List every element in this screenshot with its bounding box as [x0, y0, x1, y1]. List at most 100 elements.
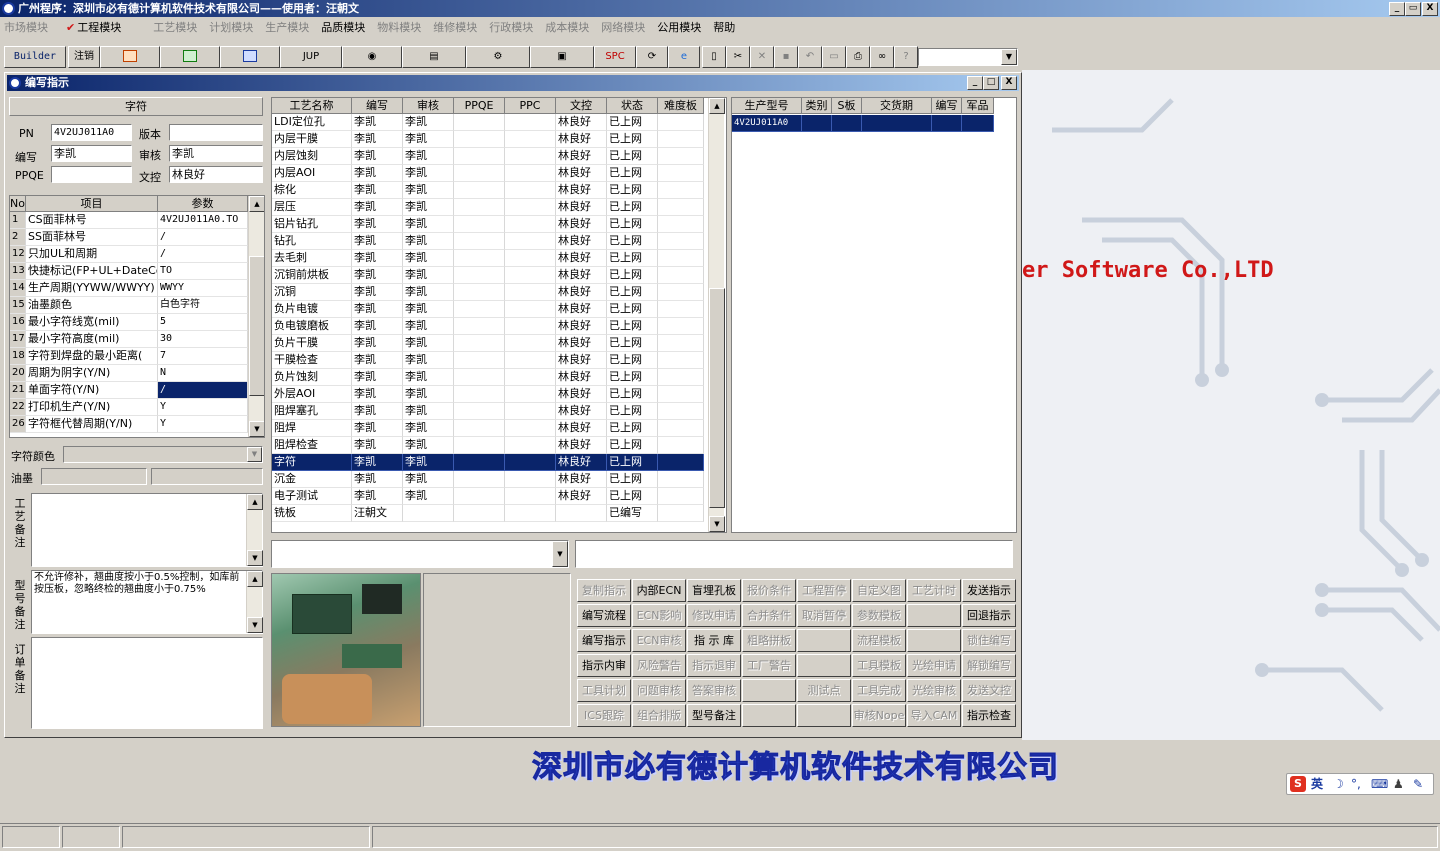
delete-icon[interactable]: ✕	[750, 46, 774, 68]
action-button-33[interactable]: 问题审核	[632, 679, 686, 702]
table-row[interactable]: 层压 李凯 李凯 林良好 已上网	[272, 199, 704, 216]
table-row[interactable]: 外层AOI 李凯 李凯 林良好 已上网	[272, 386, 704, 403]
chevron-down-icon[interactable]: ▼	[552, 541, 568, 567]
action-button-42[interactable]: 型号备注	[687, 704, 741, 727]
action-button-9[interactable]: ECN影响	[632, 604, 686, 627]
ime-language[interactable]: 英	[1311, 774, 1323, 794]
action-button-16[interactable]: 编写指示	[577, 629, 631, 652]
action-button-7[interactable]: 发送指示	[962, 579, 1016, 602]
table-row[interactable]: 负电镀磨板 李凯 李凯 林良好 已上网	[272, 318, 704, 335]
menu-cost[interactable]: 成本模块	[545, 19, 589, 35]
action-button-31[interactable]: 解锁编写	[962, 654, 1016, 677]
scroll-down-icon[interactable]: ▼	[709, 516, 725, 532]
param-header-item[interactable]: 项目	[26, 196, 158, 212]
ink-field-2[interactable]	[151, 468, 263, 485]
network-icon[interactable]: ⚙	[466, 46, 530, 68]
order-note-textarea[interactable]	[31, 637, 263, 729]
action-button-6[interactable]: 工艺计时	[907, 579, 961, 602]
menu-maintenance[interactable]: 维修模块	[433, 19, 477, 35]
action-button-12[interactable]: 取消暂停	[797, 604, 851, 627]
action-button-39[interactable]: 发送文控	[962, 679, 1016, 702]
table-row[interactable]: 沉金 李凯 李凯 林良好 已上网	[272, 471, 704, 488]
word-icon[interactable]	[220, 46, 280, 68]
table-row[interactable]: 负片蚀刻 李凯 李凯 林良好 已上网	[272, 369, 704, 386]
action-button-21[interactable]: 流程模板	[852, 629, 906, 652]
process-header-ppc[interactable]: PPC	[505, 98, 556, 114]
action-button-13[interactable]: 参数模板	[852, 604, 906, 627]
model-header-delivery[interactable]: 交货期	[862, 98, 932, 114]
action-button-45[interactable]: 审核Nope	[852, 704, 906, 727]
process-note-textarea[interactable]: ▲ ▼	[31, 493, 263, 567]
table-row[interactable]: 22 打印机生产(Y/N) Y	[10, 399, 248, 416]
spc-button[interactable]: SPC	[594, 46, 636, 68]
powerpoint-icon[interactable]	[100, 46, 160, 68]
table-row[interactable]: 1 CS面菲林号 4V2UJ011A0.TO	[10, 212, 248, 229]
menu-network[interactable]: 网络模块	[601, 19, 645, 35]
scroll-thumb[interactable]	[249, 256, 264, 396]
table-row[interactable]: 阻焊塞孔 李凯 李凯 林良好 已上网	[272, 403, 704, 420]
ppqe-field[interactable]	[51, 166, 132, 183]
table-row[interactable]: 18 字符到焊盘的最小距离(7	[10, 348, 248, 365]
app-minimize-button[interactable]: _	[1389, 2, 1405, 16]
table-row[interactable]: 电子测试 李凯 李凯 林良好 已上网	[272, 488, 704, 505]
help-icon[interactable]: ?	[894, 46, 918, 68]
table-row[interactable]: 12 只加UL和周期 /	[10, 246, 248, 263]
menu-public[interactable]: 公用模块	[657, 19, 701, 35]
remark-input[interactable]	[575, 540, 1013, 568]
table-row[interactable]: 铣板 汪朝文 已编写	[272, 505, 704, 522]
table-row[interactable]: 沉铜前烘板 李凯 李凯 林良好 已上网	[272, 267, 704, 284]
action-button-10[interactable]: 修改申请	[687, 604, 741, 627]
menu-market[interactable]: 市场模块	[4, 19, 48, 35]
eye-icon[interactable]: ◉	[342, 46, 402, 68]
table-row[interactable]: 字符 李凯 李凯 林良好 已上网	[272, 454, 704, 471]
table-row[interactable]: LDI定位孔 李凯 李凯 林良好 已上网	[272, 114, 704, 131]
action-button-24[interactable]: 指示内审	[577, 654, 631, 677]
sogou-icon[interactable]: S	[1290, 776, 1306, 792]
scroll-down-icon[interactable]: ▼	[247, 617, 263, 633]
action-button-1[interactable]: 内部ECN	[632, 579, 686, 602]
builder-button[interactable]: Builder	[4, 46, 66, 68]
version-field[interactable]	[169, 124, 263, 141]
table-row[interactable]: 钻孔 李凯 李凯 林良好 已上网	[272, 233, 704, 250]
print-icon[interactable]: ⎙	[846, 46, 870, 68]
table-row[interactable]: 4V2UJ011A0	[732, 115, 994, 132]
process-header-name[interactable]: 工艺名称	[272, 98, 352, 114]
table-row[interactable]: 13 快捷标记(FP+UL+DateCo TO	[10, 263, 248, 280]
table-row[interactable]: 阻焊 李凯 李凯 林良好 已上网	[272, 420, 704, 437]
preview-icon[interactable]: ▭	[822, 46, 846, 68]
table-row[interactable]: 2 SS面菲林号 /	[10, 229, 248, 246]
table-row[interactable]: 沉铜 李凯 李凯 林良好 已上网	[272, 284, 704, 301]
action-button-46[interactable]: 导入CAM	[907, 704, 961, 727]
table-row[interactable]: 内层干膜 李凯 李凯 林良好 已上网	[272, 131, 704, 148]
table-row[interactable]: 16 最小字符线宽(mil) 5	[10, 314, 248, 331]
table-row[interactable]: 21 单面字符(Y/N) /	[10, 382, 248, 399]
wrench-icon[interactable]: ✎	[1413, 774, 1423, 794]
action-button-18[interactable]: 指 示 库	[687, 629, 741, 652]
action-button-17[interactable]: ECN审核	[632, 629, 686, 652]
new-document-icon[interactable]: ▯	[702, 46, 726, 68]
process-header-writer[interactable]: 编写	[352, 98, 403, 114]
process-scrollbar[interactable]: ▲ ▼	[708, 98, 725, 532]
param-header-value[interactable]: 参数	[158, 196, 248, 212]
process-header-difficulty[interactable]: 难度板	[658, 98, 704, 114]
action-button-47[interactable]: 指示检查	[962, 704, 1016, 727]
table-row[interactable]: 14 生产周期(YYWW/WWYY) WWYY	[10, 280, 248, 297]
menu-material[interactable]: 物料模块	[377, 19, 421, 35]
moon-icon[interactable]: ☽	[1333, 774, 1344, 794]
model-header-military[interactable]: 军品	[962, 98, 994, 114]
jup-button[interactable]: JUP	[280, 46, 342, 68]
scroll-up-icon[interactable]: ▲	[249, 196, 264, 212]
app-close-button[interactable]: X	[1422, 2, 1438, 16]
scissors-icon[interactable]: ✂	[726, 46, 750, 68]
table-row[interactable]: 阻焊检查 李凯 李凯 林良好 已上网	[272, 437, 704, 454]
computer-icon[interactable]: ▣	[530, 46, 594, 68]
action-button-36[interactable]: 测试点	[797, 679, 851, 702]
param-scrollbar[interactable]: ▲ ▼	[248, 196, 264, 437]
scroll-thumb[interactable]	[709, 288, 725, 508]
action-button-29[interactable]: 工具模板	[852, 654, 906, 677]
window-maximize-button[interactable]: □	[983, 76, 999, 90]
table-row[interactable]: 15 油墨颜色 白色字符	[10, 297, 248, 314]
menu-process[interactable]: 工艺模块	[153, 19, 197, 35]
table-row[interactable]: 去毛刺 李凯 李凯 林良好 已上网	[272, 250, 704, 267]
action-button-30[interactable]: 光绘申请	[907, 654, 961, 677]
